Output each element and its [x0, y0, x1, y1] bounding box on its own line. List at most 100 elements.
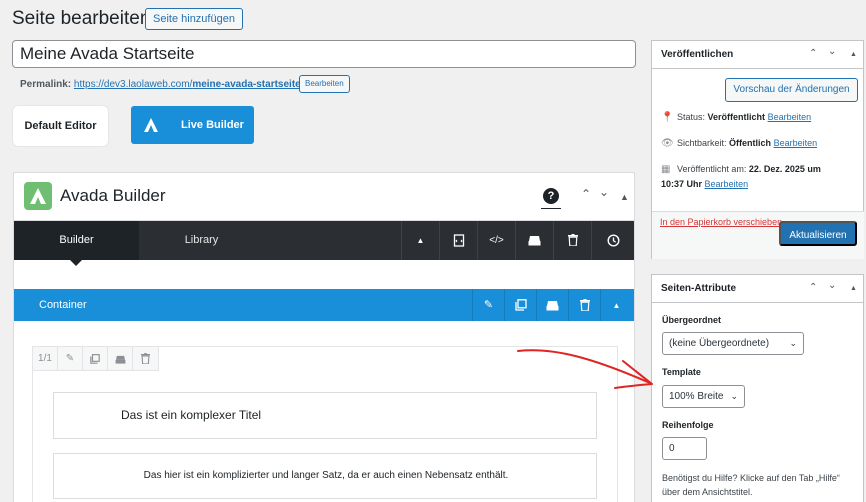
template-select[interactable]: 100% Breite ⌄ [662, 385, 745, 408]
parent-select[interactable]: (keine Übergeordnete) ⌄ [662, 332, 804, 355]
trash-icon [141, 353, 150, 365]
column-edit-button[interactable]: ✎ [58, 347, 83, 371]
builder-title: Avada Builder [60, 186, 166, 205]
tab-builder[interactable]: Builder [14, 221, 139, 260]
toggle-panel-icon[interactable]: ▲ [620, 192, 629, 202]
container-edit-button[interactable]: ✎ [472, 289, 504, 321]
text-element[interactable]: Das hier ist ein komplizierter und lange… [53, 453, 597, 499]
pencil-icon: ✎ [483, 299, 494, 311]
code-button[interactable]: </> [477, 221, 515, 260]
chevron-down-icon: ⌄ [789, 338, 797, 348]
permalink: Permalink: https://dev3.laolaweb.com/mei… [20, 79, 304, 91]
toggle-panel-icon[interactable]: ▲ [850, 285, 857, 292]
history-icon [607, 234, 620, 247]
attributes-box-header: Seiten-Attribute ⌃ ⌄ ▲ [652, 275, 863, 303]
clear-layout-button[interactable] [553, 221, 591, 260]
container-bar[interactable]: Container ✎ ▲ [14, 289, 634, 321]
collapse-all-button[interactable]: ▲ [401, 221, 439, 260]
calendar-icon: ▦ [661, 164, 671, 175]
parent-label: Übergeordnet [662, 315, 722, 325]
trash-icon [579, 299, 590, 312]
title-element[interactable]: Das ist ein komplexer Titel [53, 392, 597, 439]
pin-icon: 📍 [661, 112, 674, 123]
attributes-box-title: Seiten-Attribute [661, 283, 736, 294]
published-row: ▦ Veröffentlicht am: 22. Dez. 2025 um 10:3… [661, 162, 861, 191]
visibility-value: Öffentlich [729, 138, 772, 148]
preview-changes-button[interactable]: Vorschau der Änderungen [725, 78, 858, 102]
add-page-button[interactable]: Seite hinzufügen [145, 8, 243, 30]
publish-box-header: Veröffentlichen ⌃ ⌄ ▲ [652, 41, 863, 69]
save-icon [115, 355, 125, 364]
container-save-button[interactable] [536, 289, 568, 321]
permalink-edit-button[interactable]: Bearbeiten [299, 75, 350, 93]
publish-box-title: Veröffentlichen [661, 49, 734, 60]
save-button[interactable] [515, 221, 553, 260]
page-template-button[interactable] [439, 221, 477, 260]
attributes-help-text: Benötigst du Hilfe? Klicke auf den Tab „… [662, 473, 840, 497]
page-attributes-box: Seiten-Attribute ⌃ ⌄ ▲ Übergeordnet (kei… [651, 274, 864, 502]
title-element-text: Das ist ein komplexer Titel [121, 408, 262, 422]
avada-logo-icon [24, 182, 52, 210]
post-title-input[interactable] [12, 40, 636, 68]
history-button[interactable] [591, 221, 635, 260]
chevron-down-icon[interactable]: ⌄ [828, 280, 836, 291]
status-value: Veröffentlicht [707, 112, 766, 122]
status-edit-link[interactable]: Bearbeiten [768, 112, 812, 122]
order-input[interactable] [662, 437, 707, 460]
save-icon [528, 236, 541, 246]
chevron-down-icon[interactable]: ⌄ [599, 185, 609, 199]
update-button[interactable]: Aktualisieren [779, 221, 857, 246]
status-row: 📍 Status: Veröffentlicht Bearbeiten [661, 110, 811, 125]
published-edit-link[interactable]: Bearbeiten [705, 179, 749, 189]
eye-icon: 👁 [661, 138, 674, 149]
live-builder-label: Live Builder [181, 119, 244, 131]
published-label: Veröffentlicht am: [677, 164, 747, 174]
parent-select-value: (keine Übergeordnete) [669, 338, 770, 349]
visibility-row: 👁 Sichtbarkeit: Öffentlich Bearbeiten [661, 136, 817, 151]
chevron-up-icon[interactable]: ⌃ [809, 48, 817, 59]
chevron-down-icon[interactable]: ⌄ [828, 46, 836, 57]
visibility-label: Sichtbarkeit: [677, 138, 727, 148]
chevron-up-icon[interactable]: ⌃ [809, 282, 817, 293]
order-label: Reihenfolge [662, 420, 714, 430]
help-underline [541, 208, 561, 209]
chevron-up-icon[interactable]: ⌃ [581, 187, 591, 201]
save-icon [546, 301, 559, 311]
text-element-text: Das hier ist ein komplizierter und lange… [143, 470, 509, 481]
template-label: Template [662, 367, 701, 377]
builder-tabs: Builder Library ▲ </> [14, 221, 635, 266]
avada-logo-icon [144, 118, 158, 132]
builder-header: Avada Builder ? ⌃ ⌄ ▲ [14, 173, 634, 221]
help-icon[interactable]: ? [543, 188, 559, 204]
container-delete-button[interactable] [568, 289, 600, 321]
pencil-icon: ✎ [65, 353, 75, 364]
toggle-panel-icon[interactable]: ▲ [850, 51, 857, 58]
live-builder-button[interactable]: Live Builder [131, 106, 254, 144]
page-title: Seite bearbeiten [12, 8, 151, 29]
move-to-trash-link[interactable]: In den Papierkorb verschieben [660, 217, 782, 227]
container-toggle-button[interactable]: ▲ [600, 289, 632, 321]
trash-icon [567, 234, 578, 247]
column-save-button[interactable] [108, 347, 133, 371]
column-delete-button[interactable] [133, 347, 158, 371]
permalink-label: Permalink: [20, 79, 72, 90]
container-clone-button[interactable] [504, 289, 536, 321]
column-clone-button[interactable] [83, 347, 108, 371]
code-icon: </> [489, 235, 504, 246]
column-size[interactable]: 1/1 [33, 347, 58, 371]
tab-library[interactable]: Library [139, 221, 264, 260]
default-editor-button[interactable]: Default Editor [13, 106, 108, 146]
status-label: Status: [677, 112, 706, 122]
published-value-2: 10:37 Uhr [661, 179, 703, 189]
caret-up-icon: ▲ [612, 301, 621, 310]
page-template-icon [453, 234, 464, 247]
active-tab-indicator [70, 260, 82, 266]
published-value-1: 22. Dez. 2025 um [748, 164, 821, 174]
clone-icon [90, 354, 100, 364]
visibility-edit-link[interactable]: Bearbeiten [774, 138, 818, 148]
clone-icon [514, 299, 527, 311]
annotation-arrow [517, 349, 653, 389]
template-select-value: 100% Breite [669, 391, 724, 402]
column-toolbar: 1/1 ✎ [33, 347, 159, 371]
permalink-link[interactable]: https://dev3.laolaweb.com/meine-avada-st… [74, 79, 304, 90]
